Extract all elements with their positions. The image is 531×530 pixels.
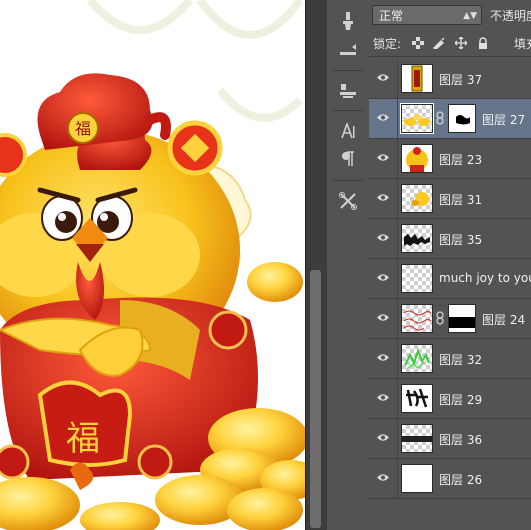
fill-label: 填充 — [514, 37, 531, 51]
eye-icon — [377, 474, 389, 481]
visibility-toggle[interactable] — [369, 99, 398, 138]
text-layer-icon[interactable] — [401, 264, 433, 293]
layer-name: 图层 35 — [439, 233, 483, 247]
eye-icon — [377, 314, 389, 321]
dark-stripe-icon[interactable] — [401, 424, 433, 453]
lock-position-icon[interactable] — [454, 36, 468, 50]
gold-plaque-icon[interactable] — [401, 64, 433, 93]
layer-name: 图层 37 — [439, 73, 483, 87]
link-icon[interactable] — [436, 111, 444, 128]
eye-icon — [377, 434, 389, 441]
opacity-label: 不透明度 — [490, 9, 531, 23]
layer-row[interactable]: 图层 26 — [369, 459, 531, 499]
visibility-toggle[interactable] — [369, 379, 398, 418]
brush-presets-icon[interactable] — [333, 8, 363, 34]
layer-row[interactable]: 图层 27 — [369, 99, 531, 139]
layer-name: much joy to you i — [439, 271, 531, 285]
brush-settings-icon[interactable] — [333, 38, 363, 64]
collapsed-panel-strip — [326, 0, 369, 530]
red-pattern-icon[interactable] — [401, 304, 433, 333]
layer-name: 图层 23 — [439, 153, 483, 167]
lock-label: 锁定: — [373, 37, 402, 51]
layer-row[interactable]: much joy to you i — [369, 259, 531, 299]
layer-row[interactable]: 图层 24 — [369, 299, 531, 339]
link-icon[interactable] — [436, 311, 444, 328]
eye-icon — [377, 74, 389, 81]
visibility-toggle[interactable] — [369, 139, 398, 178]
layer-row[interactable]: 图层 35 — [369, 219, 531, 259]
character-panel-icon[interactable] — [333, 118, 363, 144]
eye-icon — [377, 354, 389, 361]
canvas-vertical-scrollbar[interactable] — [305, 0, 326, 530]
layer-mask-thumbnail[interactable] — [448, 304, 476, 333]
layers-panel: 正常 ▲▼ 不透明度 锁定: 填充 图层 37图层 27图层 23图层 31图层… — [369, 0, 531, 530]
layers-list: 图层 37 图层 27 图层 23 图层 31 图层 35 much joy to you… — [369, 59, 531, 499]
layer-name: 图层 31 — [439, 193, 483, 207]
layer-row[interactable]: 图层 23 — [369, 139, 531, 179]
eye-icon — [377, 234, 389, 241]
eye-icon — [377, 154, 389, 161]
layer-row[interactable]: 图层 31 — [369, 179, 531, 219]
layer-name: 图层 32 — [439, 353, 483, 367]
layer-row[interactable]: 图层 37 — [369, 59, 531, 99]
black-pattern-icon[interactable] — [401, 224, 433, 253]
layer-row[interactable]: 图层 36 — [369, 419, 531, 459]
document-canvas[interactable]: 福 福 ◆ — [0, 0, 305, 530]
chevron-updown-icon: ▲▼ — [463, 11, 477, 21]
calligraphy-icon[interactable] — [401, 384, 433, 413]
eye-icon — [377, 274, 389, 281]
lock-row: 锁定: 填充 — [369, 30, 531, 57]
tool-presets-icon[interactable] — [333, 188, 363, 214]
ingots-icon[interactable] — [400, 103, 434, 134]
strip-divider — [333, 110, 363, 111]
strip-divider — [333, 180, 363, 181]
green-pattern-icon[interactable] — [401, 344, 433, 373]
layer-name: 图层 29 — [439, 393, 483, 407]
rooster-artwork: 福 福 ◆ — [0, 0, 305, 530]
visibility-toggle[interactable] — [369, 339, 398, 378]
layer-name: 图层 26 — [439, 473, 483, 487]
blend-mode-value: 正常 — [379, 9, 404, 23]
layer-row[interactable]: 图层 29 — [369, 379, 531, 419]
layer-name: 图层 24 — [482, 313, 526, 327]
clone-source-icon[interactable] — [333, 78, 363, 104]
visibility-toggle[interactable] — [369, 259, 398, 298]
visibility-toggle[interactable] — [369, 299, 398, 338]
gold-blob-icon[interactable] — [401, 184, 433, 213]
eye-icon — [377, 114, 389, 121]
lock-transparent-pixels-icon[interactable] — [412, 37, 424, 49]
visibility-toggle[interactable] — [369, 59, 398, 98]
layer-row[interactable]: 图层 32 — [369, 339, 531, 379]
lock-all-icon[interactable] — [477, 37, 489, 49]
paragraph-panel-icon[interactable] — [333, 146, 363, 172]
eye-icon — [377, 194, 389, 201]
visibility-toggle[interactable] — [369, 459, 398, 498]
visibility-toggle[interactable] — [369, 179, 398, 218]
hat-badge-char: 福 — [75, 119, 91, 138]
white-layer-icon[interactable] — [401, 464, 433, 493]
scrollbar-thumb[interactable] — [310, 270, 321, 528]
visibility-toggle[interactable] — [369, 419, 398, 458]
strip-divider — [333, 70, 363, 71]
rooster-icon[interactable] — [401, 144, 433, 173]
lock-image-pixels-icon[interactable] — [432, 37, 445, 50]
visibility-toggle[interactable] — [369, 219, 398, 258]
layer-mask-thumbnail[interactable] — [448, 104, 476, 133]
blend-mode-select[interactable]: 正常 ▲▼ — [372, 5, 482, 25]
eye-icon — [377, 394, 389, 401]
belly-char: 福 — [66, 419, 100, 459]
layer-name: 图层 27 — [482, 113, 526, 127]
layer-name: 图层 36 — [439, 433, 483, 447]
